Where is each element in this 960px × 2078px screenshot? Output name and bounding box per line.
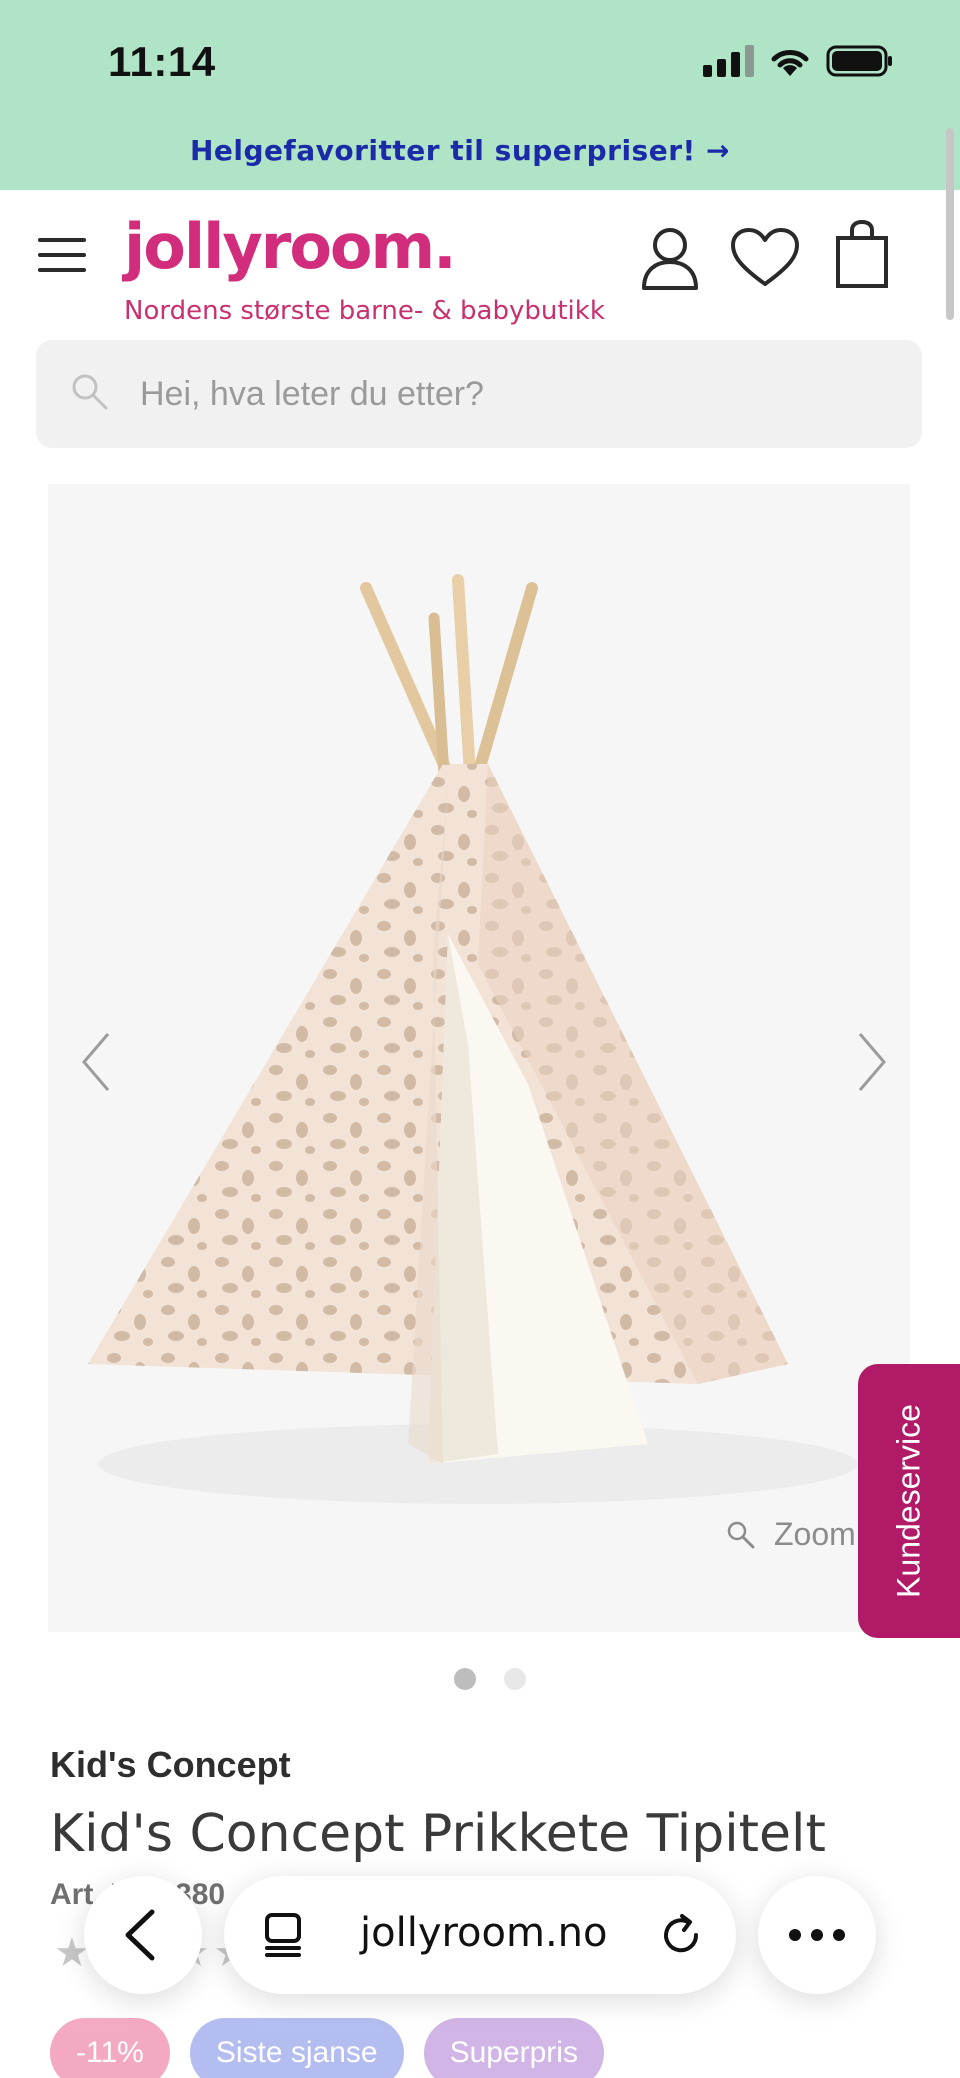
prev-image-arrow-icon[interactable] xyxy=(68,1022,128,1102)
wishlist-icon[interactable] xyxy=(730,228,800,288)
cart-icon[interactable] xyxy=(834,220,890,290)
more-dots-icon xyxy=(789,1929,845,1941)
kundeservice-tab[interactable]: Kundeservice xyxy=(858,1364,960,1638)
battery-icon xyxy=(826,45,892,77)
product-image-teepee xyxy=(48,484,910,1632)
wifi-icon xyxy=(771,50,809,76)
product-title: Kid's Concept Prikkete Tipitelt xyxy=(50,1804,826,1864)
gallery-dot[interactable] xyxy=(504,1668,526,1690)
status-icons xyxy=(703,44,894,78)
search-bar[interactable] xyxy=(36,340,922,448)
menu-icon[interactable] xyxy=(38,238,88,272)
superprice-badge: Superpris xyxy=(423,2018,604,2078)
last-chance-badge: Siste sjanse xyxy=(189,2018,404,2078)
status-time: 11:14 xyxy=(108,38,216,85)
next-image-arrow-icon[interactable] xyxy=(840,1022,900,1102)
tabs-icon[interactable] xyxy=(262,1912,308,1958)
search-icon xyxy=(72,374,108,410)
discount-badge: -11% xyxy=(50,2018,170,2078)
product-image-gallery[interactable]: Zoom xyxy=(48,484,910,1632)
zoom-label: Zoom xyxy=(774,1516,856,1552)
reload-icon[interactable] xyxy=(658,1912,704,1958)
kundeservice-label: Kundeservice xyxy=(890,1404,927,1598)
search-input[interactable] xyxy=(140,366,880,422)
top-band: 11:14 Helgefavoritter til superpriser! → xyxy=(0,0,960,190)
browser-more-button[interactable] xyxy=(758,1876,876,1994)
browser-url[interactable]: jollyroom.no xyxy=(360,1910,608,1956)
browser-address-bar[interactable]: jollyroom.no xyxy=(224,1876,736,1994)
zoom-icon xyxy=(727,1521,755,1548)
browser-back-button[interactable] xyxy=(84,1876,202,1994)
product-brand[interactable]: Kid's Concept xyxy=(50,1744,291,1786)
gallery-pagination xyxy=(454,1668,526,1690)
site-header: jollyroom. Nordens største barne- & baby… xyxy=(0,190,960,340)
site-tagline: Nordens største barne- & babybutikk xyxy=(124,296,605,326)
gallery-dot[interactable] xyxy=(454,1668,476,1690)
chevron-left-icon xyxy=(125,1909,155,1961)
zoom-button[interactable]: Zoom xyxy=(726,1516,856,1553)
product-badges: -11% Siste sjanse Superpris xyxy=(50,2018,604,2078)
site-logo[interactable]: jollyroom. xyxy=(124,210,457,283)
account-icon[interactable] xyxy=(640,226,700,290)
promo-banner-link[interactable]: Helgefavoritter til superpriser! → xyxy=(0,134,920,167)
signal-icon xyxy=(703,45,754,77)
